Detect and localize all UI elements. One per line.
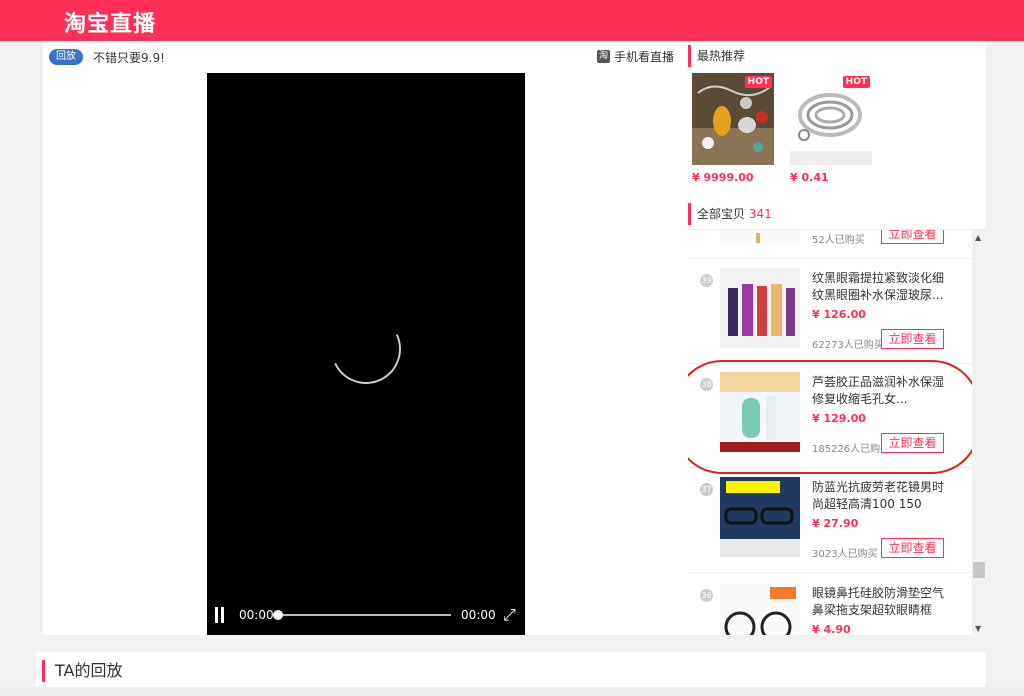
hot-item-price: ¥ 0.41 <box>790 171 829 184</box>
right-panel: 最热推荐 HOT ¥ 9999.00 HOT ¥ 0.41 全部宝贝 341 5… <box>688 41 986 635</box>
view-now-button[interactable]: 立即查看 <box>881 329 944 349</box>
progress-track[interactable] <box>277 614 451 616</box>
video-controls: 00:00 00:00 ⤢ <box>207 595 525 635</box>
product-price: ¥ 126.00 <box>812 308 866 321</box>
mobile-watch-label: 手机看直播 <box>614 50 675 64</box>
view-now-button[interactable]: 立即查看 <box>881 230 944 244</box>
progress-handle[interactable] <box>273 610 283 620</box>
all-title-label: 全部宝贝 <box>697 207 746 221</box>
hot-item-image[interactable]: HOT <box>692 73 774 165</box>
item-count: 341 <box>748 207 772 221</box>
product-name[interactable]: 眼镜鼻托硅胶防滑垫空气鼻梁拖支架超软眼睛框卡... <box>812 585 952 619</box>
scroll-down-icon[interactable]: ▼ <box>975 624 981 633</box>
taobao-live-logo[interactable]: 淘宝直播 <box>64 6 156 38</box>
video-player[interactable]: 00:00 00:00 ⤢ <box>207 73 525 635</box>
list-item[interactable]: 39 纹黑眼霜提拉紧致淡化细纹黑眼圈补水保湿玻尿... ¥ 126.00 622… <box>688 260 972 364</box>
item-index: 36 <box>700 589 713 602</box>
item-index: 37 <box>700 483 713 496</box>
product-price: ¥ 4.90 <box>812 623 851 635</box>
list-item[interactable]: 36 眼镜鼻托硅胶防滑垫空气鼻梁拖支架超软眼睛框卡... ¥ 4.90 <box>688 575 972 635</box>
sold-count: 52人已购买 <box>812 235 865 246</box>
hot-item[interactable]: HOT ¥ 0.41 <box>790 73 872 184</box>
replay-badge: 回放 <box>49 49 83 65</box>
mobile-watch-link[interactable]: 淘 手机看直播 <box>597 48 674 65</box>
product-image[interactable] <box>720 268 800 348</box>
list-scrollbar[interactable]: ▲ ▼ <box>972 230 986 635</box>
all-section-title: 全部宝贝 341 <box>688 203 772 225</box>
product-price: ¥ 27.90 <box>812 517 859 530</box>
view-now-button[interactable]: 立即查看 <box>881 538 944 558</box>
product-image[interactable] <box>720 477 800 557</box>
hot-item-image[interactable]: HOT <box>790 73 872 165</box>
product-name[interactable]: 防蓝光抗疲劳老花镜男时尚超轻高清100 150 200... <box>812 479 952 513</box>
scroll-up-icon[interactable]: ▲ <box>975 233 981 242</box>
list-item[interactable]: 52人已购买 立即查看 <box>688 230 972 259</box>
sold-count: 62273人已购买 <box>812 340 884 351</box>
duration-time: 00:00 <box>461 608 496 622</box>
list-item[interactable]: 37 防蓝光抗疲劳老花镜男时尚超轻高清100 150 200... ¥ 27.9… <box>688 469 972 573</box>
product-image[interactable] <box>720 583 800 635</box>
video-header: 回放 不错只要9.9! 淘 手机看直播 <box>43 41 683 73</box>
fullscreen-icon[interactable]: ⤢ <box>503 606 521 624</box>
hot-title-label: 最热推荐 <box>697 49 746 63</box>
current-time: 00:00 <box>239 608 274 622</box>
list-item[interactable]: 38 芦荟胶正品滋润补水保湿修复收缩毛孔女... ¥ 129.00 185226… <box>688 360 980 474</box>
sold-count: 3023人已购买 <box>812 549 878 560</box>
hot-item-price: ¥ 9999.00 <box>692 171 754 184</box>
highlight-annotation <box>688 360 980 474</box>
pause-icon[interactable] <box>215 607 225 623</box>
scroll-thumb[interactable] <box>973 562 985 578</box>
top-bar: 淘宝直播 <box>0 0 1024 41</box>
replay-section-title: TA的回放 <box>42 660 122 682</box>
hot-item[interactable]: HOT ¥ 9999.00 <box>692 73 774 184</box>
product-name[interactable]: 纹黑眼霜提拉紧致淡化细纹黑眼圈补水保湿玻尿... <box>812 270 952 304</box>
product-image[interactable] <box>720 230 800 243</box>
product-list[interactable]: 52人已购买 立即查看 39 纹黑眼霜提拉紧致淡化细纹黑眼圈补水保湿玻尿... … <box>688 229 986 635</box>
loading-spinner-icon <box>321 304 411 394</box>
video-title: 不错只要9.9! <box>93 51 165 65</box>
taobao-app-icon: 淘 <box>597 50 610 63</box>
hot-tag: HOT <box>744 76 772 88</box>
hot-tag: HOT <box>842 76 870 88</box>
browser-status-bar <box>0 687 1024 696</box>
item-index: 39 <box>700 274 713 287</box>
hot-section-title: 最热推荐 <box>688 45 745 67</box>
